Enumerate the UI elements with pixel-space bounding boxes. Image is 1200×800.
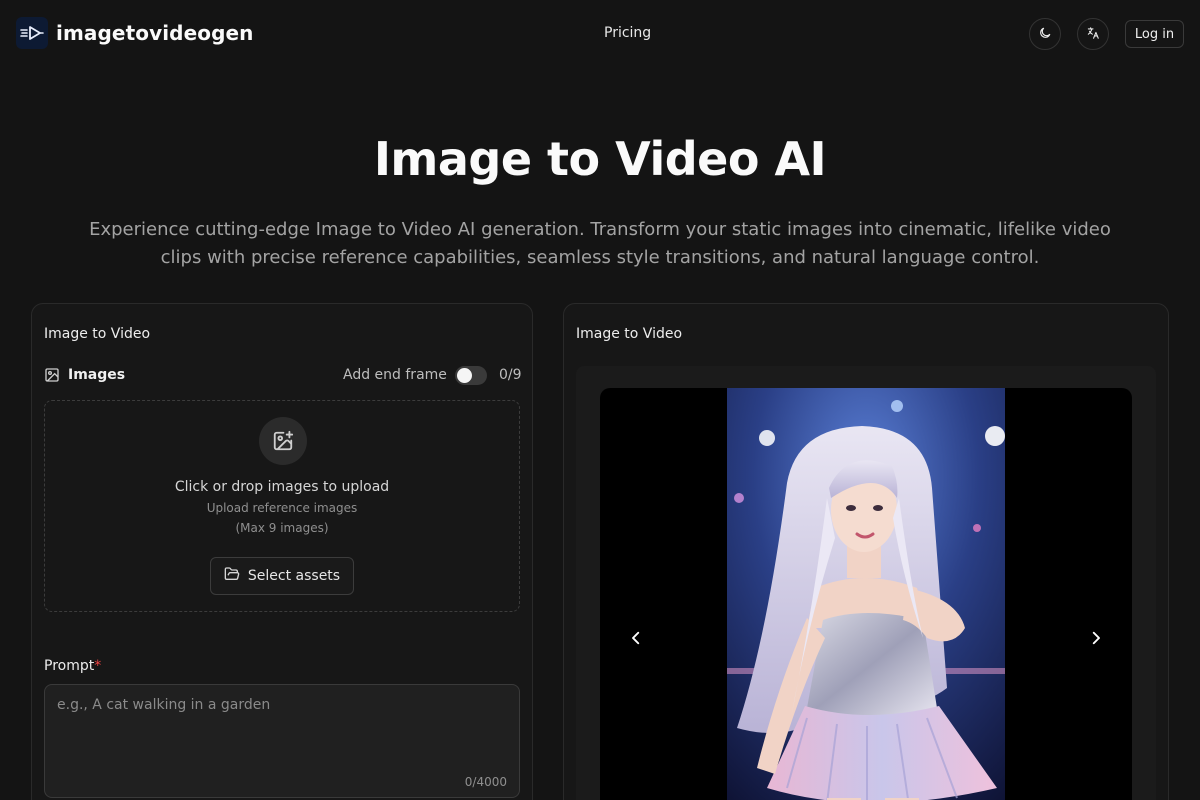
top-header: imagetovideogen Pricing Log in: [0, 0, 1200, 68]
dropzone-hint: Upload reference images: [206, 501, 358, 515]
preview-card-title: Image to Video: [576, 326, 683, 342]
language-button[interactable]: [1077, 18, 1109, 50]
form-card-title: Image to Video: [44, 326, 151, 342]
example-image: [727, 388, 1005, 800]
prompt-char-count: 0/4000: [464, 775, 507, 789]
chevron-left-icon: [627, 629, 645, 651]
nav-pricing-link[interactable]: Pricing: [604, 25, 651, 41]
dropzone-limit: (Max 9 images): [235, 521, 329, 535]
moon-icon: [1038, 25, 1052, 44]
theme-toggle-button[interactable]: [1029, 18, 1061, 50]
prompt-label: Prompt*: [44, 658, 101, 674]
prompt-field-container: 0/4000: [44, 684, 520, 798]
select-assets-button[interactable]: Select assets: [210, 557, 354, 595]
generator-form-card: Image to Video Images Add end frame 0/9 …: [31, 303, 533, 800]
toggle-knob: [457, 368, 472, 383]
end-frame-label: Add end frame: [343, 367, 447, 383]
carousel-next-button[interactable]: [1084, 628, 1108, 652]
carousel-prev-button[interactable]: [624, 628, 648, 652]
image-icon: [44, 367, 60, 387]
image-count: 0/9: [499, 367, 522, 383]
images-label: Images: [68, 367, 126, 383]
end-frame-toggle[interactable]: [455, 366, 487, 385]
image-plus-icon: [259, 417, 307, 465]
select-assets-label: Select assets: [247, 568, 341, 584]
prompt-label-text: Prompt: [44, 658, 95, 674]
folder-open-icon: [224, 566, 240, 586]
logo-icon[interactable]: [16, 17, 48, 49]
preview-card: Image to Video: [563, 303, 1169, 800]
brand-name[interactable]: imagetovideogen: [56, 21, 254, 45]
page-title: Image to Video AI: [373, 132, 827, 186]
page-subtitle: Experience cutting-edge Image to Video A…: [89, 219, 1111, 268]
required-marker: *: [94, 658, 102, 674]
prompt-input[interactable]: [57, 697, 497, 767]
login-button[interactable]: Log in: [1125, 20, 1184, 48]
chevron-right-icon: [1087, 629, 1105, 651]
images-header-row: Images Add end frame 0/9: [44, 366, 522, 387]
preview-carousel[interactable]: [600, 388, 1132, 800]
image-dropzone[interactable]: Click or drop images to upload Upload re…: [44, 400, 520, 612]
dropzone-title: Click or drop images to upload: [174, 479, 390, 495]
translate-icon: [1086, 25, 1100, 44]
